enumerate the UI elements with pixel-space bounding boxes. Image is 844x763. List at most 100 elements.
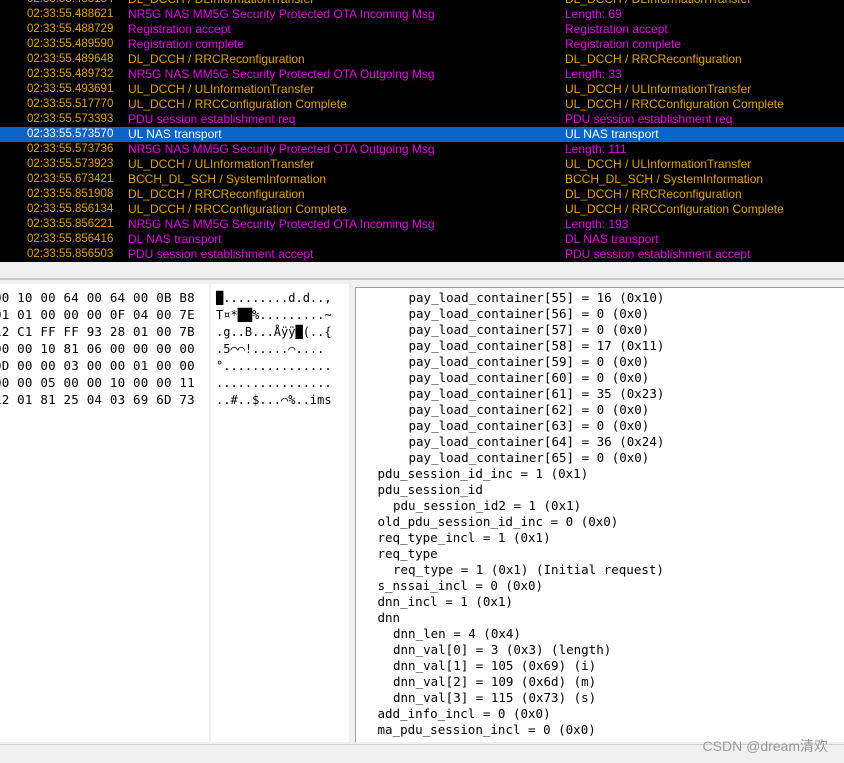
log-timestamp: 02:33:55.488621 bbox=[27, 8, 114, 20]
tree-node[interactable]: pay_load_container[58] = 17 (0x11) bbox=[409, 338, 665, 354]
log-message: NR5G NAS MM5G Security Protected OTA Inc… bbox=[128, 217, 435, 231]
log-info: UL_DCCH / ULInformationTransfer bbox=[565, 82, 752, 96]
log-info: BCCH_DL_SCH / SystemInformation bbox=[565, 172, 764, 186]
tree-node[interactable]: pay_load_container[63] = 0 (0x0) bbox=[409, 418, 650, 434]
log-message: PDU session establishment accept bbox=[128, 247, 314, 261]
tree-node[interactable]: pay_load_container[62] = 0 (0x0) bbox=[409, 402, 650, 418]
log-info: Length: 111 bbox=[565, 142, 627, 156]
log-message: UL_DCCH / RRCConfiguration Complete bbox=[128, 97, 347, 111]
tree-node[interactable]: dnn_val[1] = 105 (0x69) (i) bbox=[393, 658, 596, 674]
hex-line: 0D 00 00 03 00 00 01 00 00 bbox=[0, 358, 195, 373]
tree-node[interactable]: add_info_incl = 0 (0x0) bbox=[378, 706, 551, 722]
log-timestamp: 02:33:55.489648 bbox=[27, 53, 114, 65]
tree-node[interactable]: old_pdu_session_id_inc = 0 (0x0) bbox=[378, 514, 619, 530]
log-timestamp: 02:33:55.493691 bbox=[27, 83, 114, 95]
hex-line: 12 01 81 25 04 03 69 6D 73 bbox=[0, 392, 195, 407]
ascii-line: █.........d.d.., bbox=[216, 291, 332, 305]
tree-node[interactable]: req_type_incl = 1 (0x1) bbox=[378, 530, 551, 546]
splitter-line bbox=[0, 278, 844, 280]
log-message: NR5G NAS MM5G Security Protected OTA Out… bbox=[128, 142, 435, 156]
log-info: UL_DCCH / RRCConfiguration Complete bbox=[565, 202, 784, 216]
log-info: PDU session establishment accept bbox=[565, 247, 751, 261]
log-message: Registration accept bbox=[128, 22, 231, 36]
log-row[interactable]: 02:33:55.493691 UL_DCCH / ULInformationTr… bbox=[0, 82, 844, 97]
log-timestamp: 02:33:55.851908 bbox=[27, 188, 114, 200]
tree-node[interactable]: pay_load_container[55] = 16 (0x10) bbox=[409, 290, 665, 306]
ascii-line: ................ bbox=[216, 376, 332, 390]
tree-node[interactable]: pay_load_container[61] = 35 (0x23) bbox=[409, 386, 665, 402]
tree-node[interactable]: dnn_val[0] = 3 (0x3) (length) bbox=[393, 642, 611, 658]
tree-node[interactable]: dnn bbox=[378, 610, 401, 626]
hex-line: 01 01 00 00 00 0F 04 00 7E bbox=[0, 307, 195, 322]
log-message: DL NAS transport bbox=[128, 232, 222, 246]
tree-node[interactable]: pay_load_container[65] = 0 (0x0) bbox=[409, 450, 650, 466]
log-row[interactable]: 02:33:55.489590 Registration complete Regi… bbox=[0, 37, 844, 52]
tree-node[interactable]: pay_load_container[59] = 0 (0x0) bbox=[409, 354, 650, 370]
log-timestamp: 02:33:55.573923 bbox=[27, 158, 114, 170]
log-row[interactable]: 02:33:55.573923 UL_DCCH / ULInformationTr… bbox=[0, 157, 844, 172]
log-row[interactable]: 02:33:55.573393 PDU session establishment… bbox=[0, 112, 844, 127]
tree-node[interactable]: req_type = 1 (0x1) (Initial request) bbox=[393, 562, 664, 578]
log-row[interactable]: 02:33:55.488621 NR5G NAS MM5G Security Pr… bbox=[0, 7, 844, 22]
hex-dump-pane[interactable]: 00 10 00 64 00 64 00 0B B8 01 01 00 00 00… bbox=[0, 284, 209, 742]
log-info: UL_DCCH / RRCConfiguration Complete bbox=[565, 97, 784, 111]
log-message: UL NAS transport bbox=[128, 127, 222, 141]
tree-node[interactable]: dnn_val[3] = 115 (0x73) (s) bbox=[393, 690, 596, 706]
log-row[interactable]: 02:33:55.488154 DL_DCCH / DLInformationTr… bbox=[0, 0, 844, 7]
log-timestamp: 02:33:55.856134 bbox=[27, 203, 114, 215]
log-info: UL_DCCH / ULInformationTransfer bbox=[565, 157, 752, 171]
tree-node[interactable]: pdu_session_id bbox=[378, 482, 483, 498]
log-message: NR5G NAS MM5G Security Protected OTA Inc… bbox=[128, 7, 435, 21]
tree-node[interactable]: pay_load_container[60] = 0 (0x0) bbox=[409, 370, 650, 386]
log-row-selected[interactable]: 02:33:55.573570 UL NAS transport UL NAS tr… bbox=[0, 127, 844, 142]
log-message: BCCH_DL_SCH / SystemInformation bbox=[128, 172, 327, 186]
log-message: UL_DCCH / ULInformationTransfer bbox=[128, 82, 315, 96]
log-message: UL_DCCH / ULInformationTransfer bbox=[128, 157, 315, 171]
log-timestamp: 02:33:55.856221 bbox=[27, 218, 114, 230]
log-row[interactable]: 02:33:55.856221 NR5G NAS MM5G Security Pr… bbox=[0, 217, 844, 232]
tree-node[interactable]: dnn_incl = 1 (0x1) bbox=[378, 594, 513, 610]
tree-node[interactable]: pay_load_container[57] = 0 (0x0) bbox=[409, 322, 650, 338]
log-message: DL_DCCH / RRCReconfiguration bbox=[128, 187, 305, 201]
log-row[interactable]: 02:33:55.673421 BCCH_DL_SCH / SystemInfor… bbox=[0, 172, 844, 187]
log-message: DL_DCCH / DLInformationTransfer bbox=[128, 0, 314, 7]
ascii-line: .g..B...Åÿÿ█(..{ bbox=[216, 325, 332, 339]
log-timestamp: 02:33:55.517770 bbox=[27, 98, 114, 110]
hex-line: 00 00 05 00 00 10 00 00 11 bbox=[0, 375, 195, 390]
tree-node[interactable]: s_nssai_incl = 0 (0x0) bbox=[378, 578, 544, 594]
log-message: PDU session establishment req bbox=[128, 112, 296, 126]
log-timestamp: 02:33:55.489732 bbox=[27, 68, 114, 80]
log-info: Length: 33 bbox=[565, 67, 622, 81]
log-row[interactable]: 02:33:55.488729 Registration accept Regist… bbox=[0, 22, 844, 37]
log-row[interactable]: 02:33:55.517770 UL_DCCH / RRCConfiguratio… bbox=[0, 97, 844, 112]
log-row[interactable]: 02:33:55.856416 DL NAS transport DL NAS tr… bbox=[0, 232, 844, 247]
log-row[interactable]: 02:33:55.489732 NR5G NAS MM5G Security Pr… bbox=[0, 67, 844, 82]
tree-node[interactable]: pay_load_container[56] = 0 (0x0) bbox=[409, 306, 650, 322]
tree-node[interactable]: pdu_session_id2 = 1 (0x1) bbox=[393, 498, 581, 514]
decoded-tree-pane[interactable]: pay_load_container[55] = 16 (0x10) pay_lo… bbox=[355, 287, 844, 743]
message-log-pane[interactable]: 02:33:55.488154 DL_DCCH / DLInformationTr… bbox=[0, 0, 844, 262]
log-message: Registration complete bbox=[128, 37, 245, 51]
tree-node[interactable]: pdu_session_id_inc = 1 (0x1) bbox=[378, 466, 589, 482]
tree-node[interactable]: pay_load_container[64] = 36 (0x24) bbox=[409, 434, 665, 450]
log-message: DL_DCCH / RRCReconfiguration bbox=[128, 52, 305, 66]
ascii-dump-pane[interactable]: █.........d.d.., T¤*██%.........~ .g..B...… bbox=[211, 284, 349, 742]
tree-node[interactable]: req_type bbox=[378, 546, 438, 562]
log-row[interactable]: 02:33:55.489648 DL_DCCH / RRCReconfigurat… bbox=[0, 52, 844, 67]
tree-node[interactable]: dnn_len = 4 (0x4) bbox=[393, 626, 521, 642]
log-info: DL_DCCH / DLInformationTransfer bbox=[565, 0, 751, 7]
tree-node[interactable]: ma_pdu_session_incl = 0 (0x0) bbox=[378, 722, 596, 738]
ascii-line: °............... bbox=[216, 359, 332, 373]
log-timestamp: 02:33:55.573570 bbox=[27, 128, 114, 140]
hex-line: 12 C1 FF FF 93 28 01 00 7B bbox=[0, 324, 195, 339]
log-timestamp: 02:33:55.856503 bbox=[27, 248, 114, 260]
log-row[interactable]: 02:33:55.851908 DL_DCCH / RRCReconfigurat… bbox=[0, 187, 844, 202]
log-row[interactable]: 02:33:55.856134 UL_DCCH / RRCConfiguratio… bbox=[0, 202, 844, 217]
watermark: CSDN @dream清欢 bbox=[702, 738, 828, 754]
log-info: UL NAS transport bbox=[565, 127, 659, 141]
hex-line: 00 10 00 64 00 64 00 0B B8 bbox=[0, 290, 195, 305]
log-row[interactable]: 02:33:55.856503 PDU session establishment… bbox=[0, 247, 844, 262]
log-row[interactable]: 02:33:55.573736 NR5G NAS MM5G Security Pr… bbox=[0, 142, 844, 157]
log-timestamp: 02:33:55.488154 bbox=[27, 0, 113, 7]
tree-node[interactable]: dnn_val[2] = 109 (0x6d) (m) bbox=[393, 674, 596, 690]
